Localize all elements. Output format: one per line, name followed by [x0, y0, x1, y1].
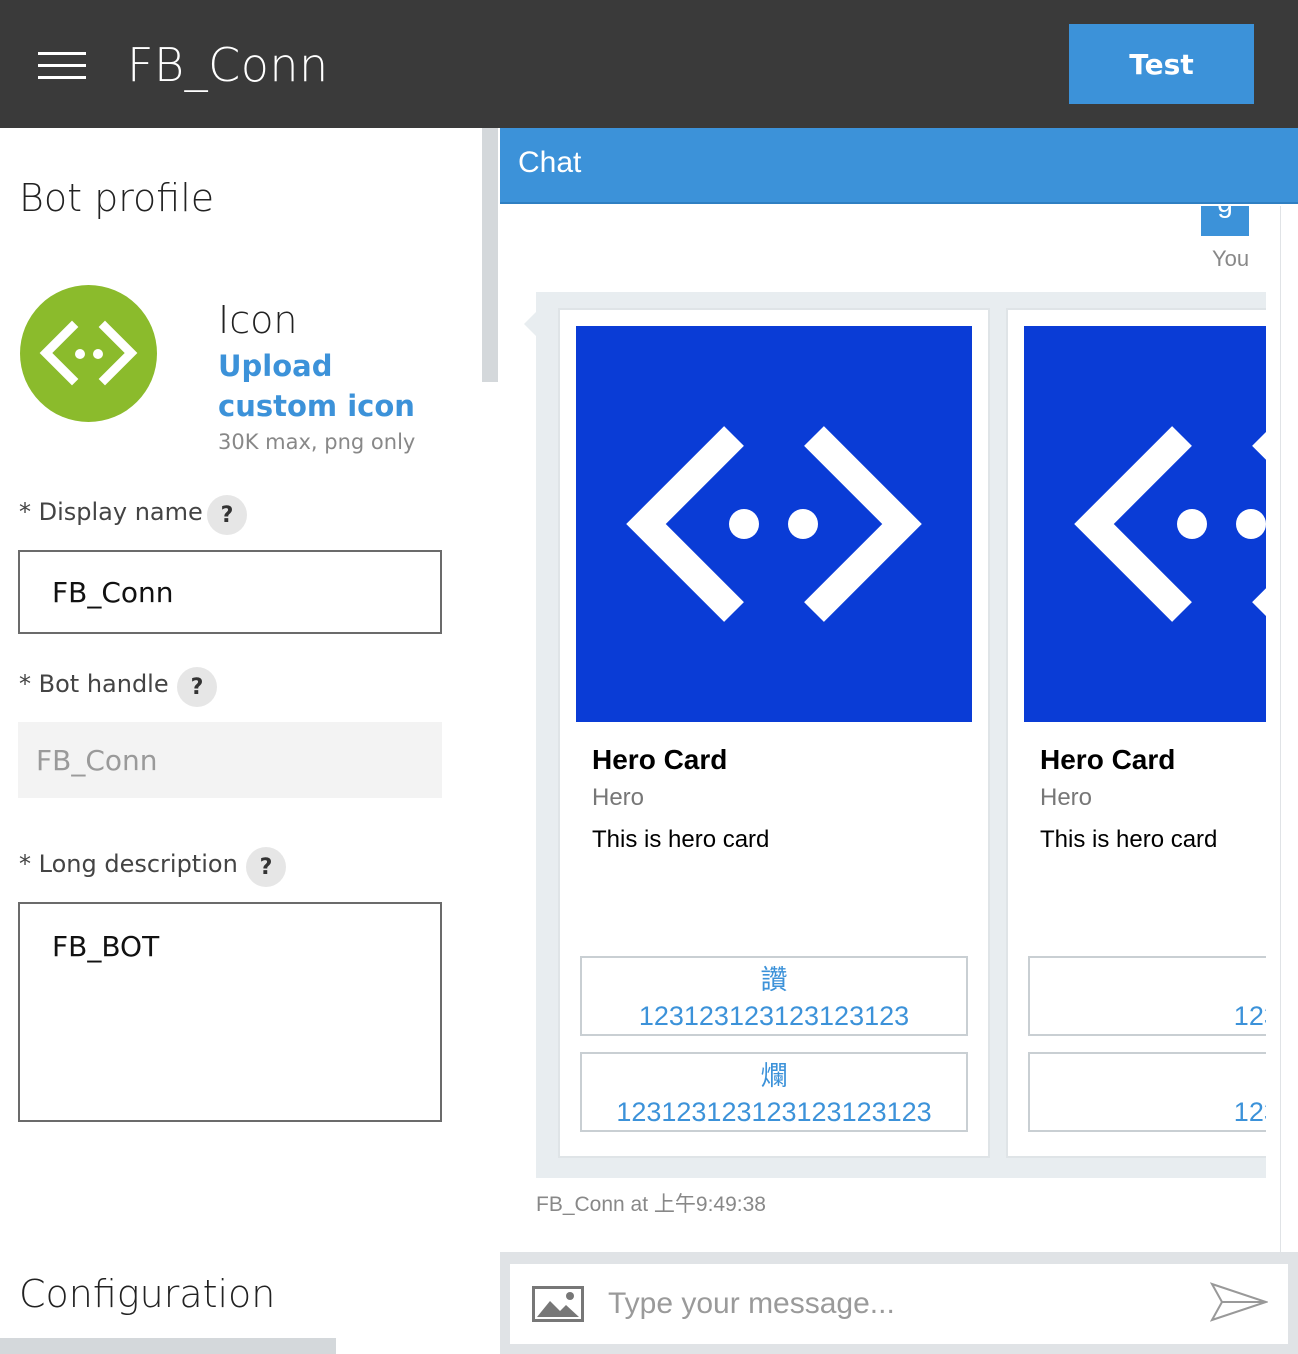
- chat-input-area: [500, 1252, 1298, 1354]
- bot-code-icon: [626, 426, 922, 622]
- bot-handle-input: [18, 722, 442, 798]
- bot-message-tail: [524, 312, 536, 336]
- hero-card: Hero Card Hero This is hero card 讚 12312…: [558, 308, 990, 1158]
- hero-card-button-like[interactable]: 讚 123123123123: [1028, 956, 1266, 1036]
- bot-handle-help-icon[interactable]: ?: [177, 667, 217, 707]
- chat-history: g You Hero Card Hero This is hero card 讚…: [500, 206, 1280, 1252]
- long-description-help-icon[interactable]: ?: [246, 847, 286, 887]
- hero-card-title: Hero Card: [1040, 744, 1176, 775]
- bot-profile-panel: Bot profile Icon Upload custom icon 30K …: [0, 128, 482, 1354]
- top-bar: FB_Conn Test: [0, 0, 1298, 128]
- upload-custom-icon-link[interactable]: Upload custom icon: [218, 346, 458, 426]
- long-description-textarea[interactable]: FB_BOT: [18, 902, 442, 1122]
- chat-message-input[interactable]: [606, 1276, 1196, 1332]
- configuration-heading: Configuration: [19, 1272, 276, 1316]
- hero-card-button-dislike[interactable]: 爛 123123123123: [1028, 1052, 1266, 1132]
- hero-card-image: [576, 326, 972, 722]
- send-icon[interactable]: [1210, 1282, 1268, 1322]
- hero-card-image: [1024, 326, 1266, 722]
- hero-card-title: Hero Card: [592, 744, 728, 775]
- long-description-label: * Long description: [19, 850, 238, 878]
- app-title: FB_Conn: [127, 38, 329, 92]
- chat-scrollbar[interactable]: [1280, 206, 1296, 1252]
- left-panel-scrollbar-thumb[interactable]: [482, 128, 498, 382]
- left-panel-scrollbar-track: [482, 382, 498, 1354]
- bot-profile-heading: Bot profile: [19, 176, 215, 220]
- display-name-input[interactable]: [18, 550, 442, 634]
- test-button[interactable]: Test: [1069, 24, 1254, 104]
- bot-avatar: [20, 285, 157, 422]
- chat-panel: Chat g You Hero Card Hero This is hero c…: [498, 128, 1298, 1354]
- icon-label: Icon: [218, 298, 298, 342]
- user-message-bubble: g: [1201, 206, 1249, 236]
- chat-title: Chat: [518, 146, 582, 179]
- horizontal-scrollbar[interactable]: [0, 1338, 336, 1354]
- hero-card-subtitle: Hero: [1040, 784, 1093, 811]
- hero-card-button-dislike[interactable]: 爛 123123123123123123123: [580, 1052, 968, 1132]
- hamburger-icon[interactable]: [38, 52, 86, 82]
- user-name: You: [1212, 246, 1250, 271]
- upload-hint: 30K max, png only: [218, 430, 416, 454]
- message-timestamp: FB_Conn at 上午9:49:38: [536, 1193, 766, 1216]
- hero-card: Hero Card Hero This is hero card 讚 12312…: [1006, 308, 1266, 1158]
- chat-header: Chat: [500, 128, 1298, 204]
- display-name-help-icon[interactable]: ?: [207, 495, 247, 535]
- bot-code-icon: [39, 320, 138, 386]
- display-name-label: * Display name: [19, 498, 203, 526]
- image-icon[interactable]: [532, 1286, 584, 1322]
- bot-code-icon: [1074, 426, 1266, 622]
- bot-handle-label: * Bot handle: [19, 670, 169, 698]
- chat-input-container: [510, 1264, 1288, 1344]
- chat-scrollbar-thumb[interactable]: [1280, 206, 1296, 1252]
- hero-card-subtitle: Hero: [592, 784, 645, 811]
- hero-card-button-like[interactable]: 讚 123123123123123123: [580, 956, 968, 1036]
- hero-card-text: This is hero card: [1040, 826, 1218, 853]
- hero-card-text: This is hero card: [592, 826, 770, 853]
- hero-card-carousel[interactable]: Hero Card Hero This is hero card 讚 12312…: [536, 292, 1266, 1178]
